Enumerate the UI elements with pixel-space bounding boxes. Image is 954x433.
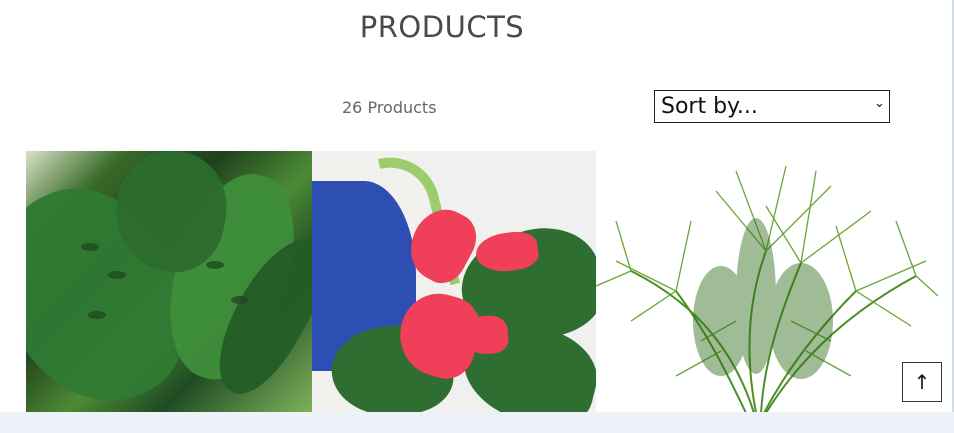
product-grid [26,151,938,413]
arrow-up-icon: ↑ [913,370,931,394]
leaf-hole [88,311,106,319]
sort-select[interactable]: Sort by... [654,90,890,123]
product-card[interactable] [312,151,596,413]
palm-illustration [596,165,938,413]
product-card[interactable] [26,151,312,413]
leaf-hole [81,243,99,251]
footer-bar [0,412,954,433]
product-count: 26 Products [342,98,437,117]
leaf-hole [108,271,126,279]
products-page: PRODUCTS 26 Products Sort by... ⌄ ↑ [0,0,954,433]
product-card[interactable] [596,151,938,413]
back-to-top-button[interactable]: ↑ [902,362,942,402]
leaf-hole [206,261,224,269]
page-title: PRODUCTS [359,10,525,44]
leaf-hole [231,296,249,304]
